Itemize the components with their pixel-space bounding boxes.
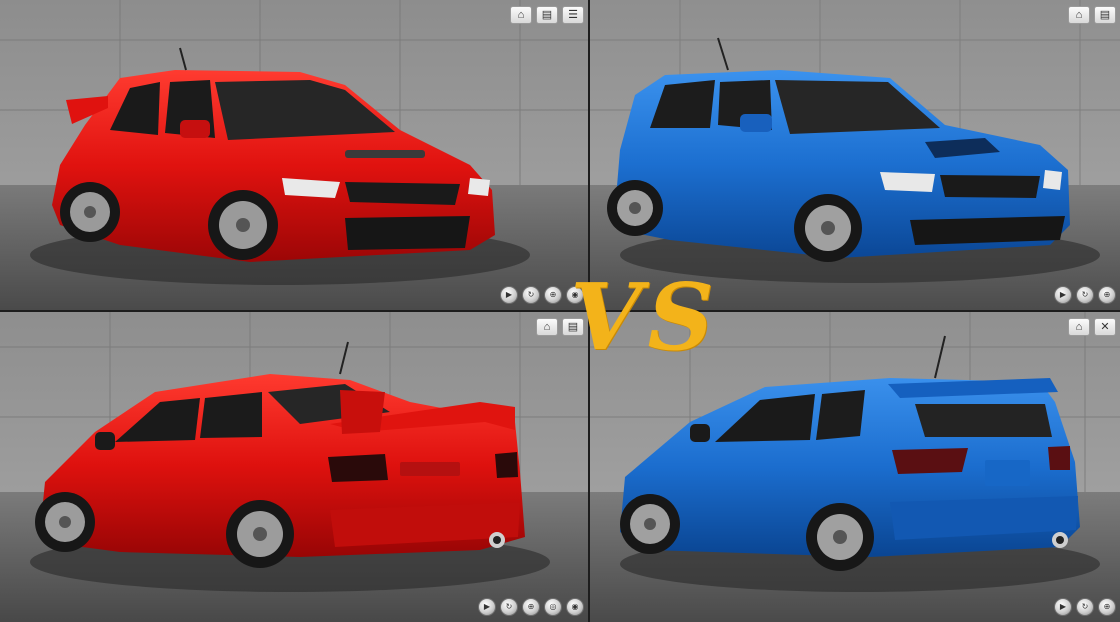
viewer-toolbar: ⌂ ✕ bbox=[1068, 318, 1116, 336]
viewer-toolbar: ⌂ ▤ bbox=[1068, 6, 1116, 24]
fullscreen-icon[interactable]: ◉ bbox=[566, 598, 584, 616]
play-icon[interactable]: ▶ bbox=[1054, 598, 1072, 616]
panel-top-left: ⌂ ▤ ☰ ▶ ↻ ⊕ ◉ bbox=[0, 0, 588, 310]
viewer-controls: ▶ ↻ ⊕ ◎ ◉ bbox=[478, 598, 584, 616]
viewer-controls: ▶ ↻ ⊕ bbox=[1054, 598, 1116, 616]
zoom-icon[interactable]: ⊕ bbox=[522, 598, 540, 616]
panel-bottom-left: ⌂ ▤ ▶ ↻ ⊕ ◎ ◉ bbox=[0, 312, 588, 622]
viewer-toolbar: ⌂ ▤ ☰ bbox=[510, 6, 584, 24]
orbit-icon[interactable]: ↻ bbox=[1076, 598, 1094, 616]
vs-overlay-text: VS bbox=[570, 263, 720, 371]
layers-icon[interactable]: ▤ bbox=[1094, 6, 1116, 24]
zoom-icon[interactable]: ⊕ bbox=[1098, 598, 1116, 616]
zoom-icon[interactable]: ⊕ bbox=[1098, 286, 1116, 304]
play-icon[interactable]: ▶ bbox=[500, 286, 518, 304]
menu-icon[interactable]: ☰ bbox=[562, 6, 584, 24]
red-sedan-front-view bbox=[0, 0, 588, 310]
home-icon[interactable]: ⌂ bbox=[510, 6, 532, 24]
play-icon[interactable]: ▶ bbox=[1054, 286, 1072, 304]
red-sedan-rear-view bbox=[0, 312, 588, 622]
layers-icon[interactable]: ▤ bbox=[536, 6, 558, 24]
orbit-icon[interactable]: ↻ bbox=[500, 598, 518, 616]
viewer-controls: ▶ ↻ ⊕ bbox=[1054, 286, 1116, 304]
home-icon[interactable]: ⌂ bbox=[1068, 318, 1090, 336]
camera-icon[interactable]: ◎ bbox=[544, 598, 562, 616]
home-icon[interactable]: ⌂ bbox=[1068, 6, 1090, 24]
play-icon[interactable]: ▶ bbox=[478, 598, 496, 616]
close-icon[interactable]: ✕ bbox=[1094, 318, 1116, 336]
orbit-icon[interactable]: ↻ bbox=[1076, 286, 1094, 304]
